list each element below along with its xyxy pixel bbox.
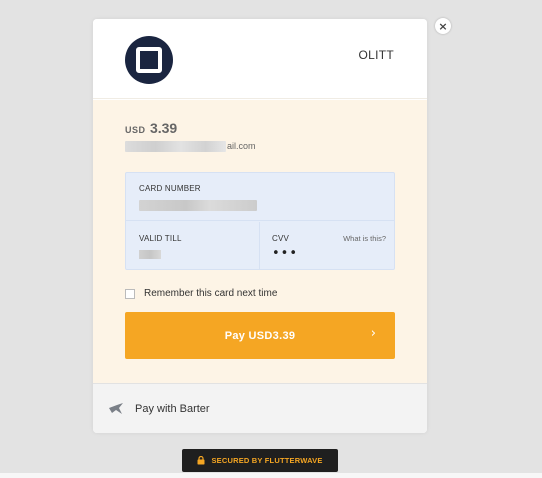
card-number-field[interactable]: CARD NUMBER xyxy=(126,173,394,221)
cvv-help-link[interactable]: What is this? xyxy=(343,234,386,243)
close-button[interactable]: × xyxy=(435,18,451,34)
pay-button-label: Pay USD3.39 xyxy=(224,329,296,342)
page-bottom-strip xyxy=(0,473,542,478)
customer-email: ail.com xyxy=(125,140,256,152)
chevron-right-icon: › xyxy=(370,326,376,341)
card-number-label: CARD NUMBER xyxy=(139,184,201,193)
amount-currency: USD xyxy=(125,125,146,135)
pay-button[interactable]: Pay USD3.39 › xyxy=(125,312,395,359)
logo-square-icon xyxy=(136,47,162,73)
cvv-value: ••• xyxy=(272,246,299,261)
payment-form-area: USD 3.39 ail.com CARD NUMBER VALID TILL … xyxy=(93,100,427,383)
valid-till-field[interactable]: VALID TILL xyxy=(126,222,260,270)
cvv-field[interactable]: CVV ••• What is this? xyxy=(261,222,394,270)
modal-header: OLITT xyxy=(93,19,427,99)
cvv-label: CVV xyxy=(272,234,290,243)
pay-with-barter-option[interactable]: Pay with Barter xyxy=(93,383,427,433)
remember-card-checkbox[interactable] xyxy=(125,288,135,299)
barter-bird-icon xyxy=(109,402,123,414)
merchant-logo xyxy=(125,36,173,84)
card-details-box: CARD NUMBER VALID TILL CVV ••• What is t… xyxy=(125,172,395,270)
payment-modal: OLITT USD 3.39 ail.com CARD NUMBER VALID… xyxy=(93,19,427,433)
lock-icon xyxy=(197,456,205,465)
amount-value: 3.39 xyxy=(149,120,178,136)
secured-by-badge: SECURED BY FLUTTERWAVE xyxy=(182,449,338,472)
email-suffix: ail.com xyxy=(227,141,256,151)
remember-card-option[interactable]: Remember this card next time xyxy=(125,288,277,299)
remember-card-label: Remember this card next time xyxy=(144,288,278,299)
barter-label: Pay with Barter xyxy=(135,402,210,415)
valid-till-label: VALID TILL xyxy=(139,234,182,243)
card-number-redacted xyxy=(139,200,257,211)
secured-label: SECURED BY FLUTTERWAVE xyxy=(211,456,323,465)
valid-till-redacted xyxy=(139,250,161,259)
merchant-name: OLITT xyxy=(358,48,394,62)
email-redacted xyxy=(125,140,226,152)
close-icon: × xyxy=(438,19,448,33)
amount-display: USD 3.39 xyxy=(125,120,177,138)
